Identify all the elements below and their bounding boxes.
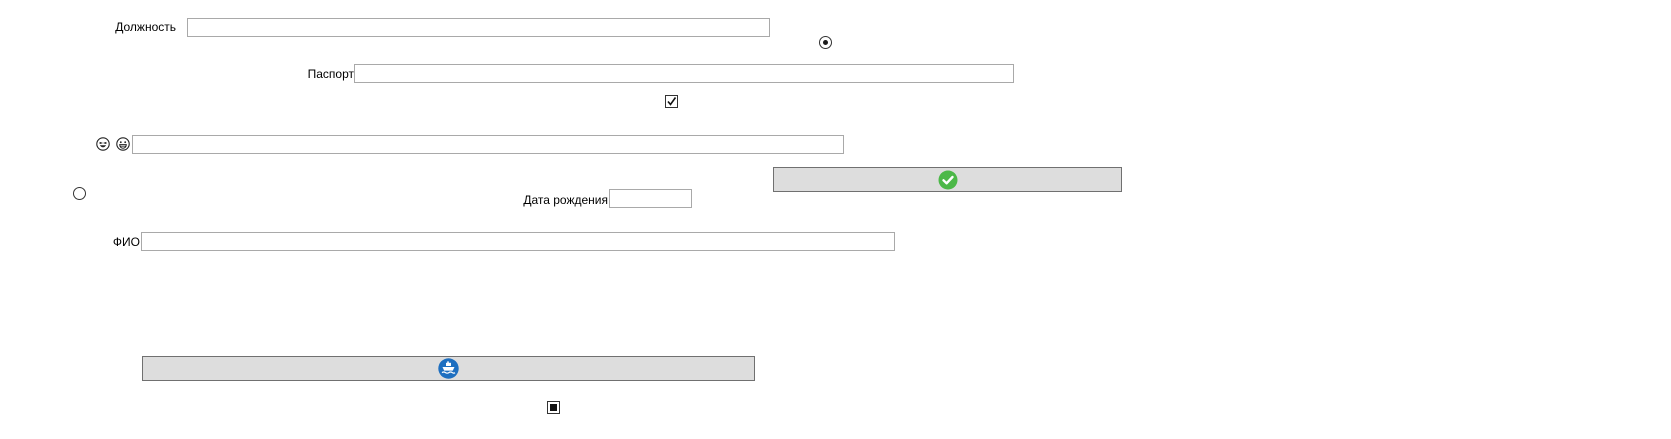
fio-label: ФИО	[112, 235, 140, 249]
checkbox-checked[interactable]	[665, 95, 678, 108]
radio-button-top[interactable]	[819, 36, 832, 49]
birthdate-label: Дата рождения	[523, 193, 608, 207]
check-circle-icon	[938, 170, 957, 189]
fio-field[interactable]	[141, 232, 895, 251]
position-field[interactable]	[187, 18, 770, 37]
checkbox-indeterminate-indicator	[550, 404, 557, 411]
radio-selected-dot	[823, 40, 828, 45]
checkbox-indeterminate[interactable]	[547, 401, 560, 414]
passport-field[interactable]	[354, 64, 1014, 83]
laughing-face-icon	[96, 137, 110, 151]
birthdate-field[interactable]	[609, 189, 692, 208]
grinning-face-icon	[116, 137, 130, 151]
position-label: Должность	[115, 20, 176, 34]
radio-button-left[interactable]	[73, 187, 86, 200]
confirm-button[interactable]	[773, 167, 1122, 192]
checkmark-icon	[667, 97, 677, 106]
ship-button[interactable]	[142, 356, 755, 381]
ship-icon	[438, 358, 459, 379]
passport-label: Паспорт	[307, 67, 354, 81]
emoji-field[interactable]	[132, 135, 844, 154]
